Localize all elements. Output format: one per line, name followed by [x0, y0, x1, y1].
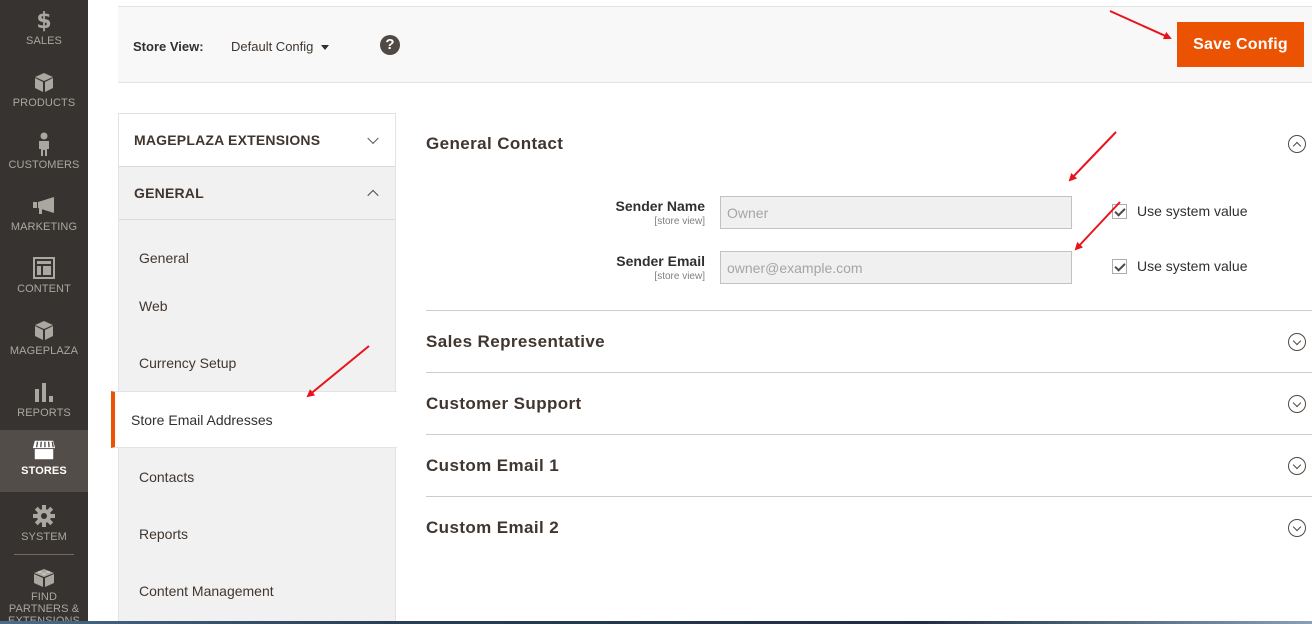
nav-item-reports[interactable]: REPORTS — [0, 372, 88, 434]
nav-item-sales[interactable]: $ SALES — [0, 0, 88, 62]
lego-brick-icon — [32, 566, 56, 588]
tab-item-content-management[interactable]: Content Management — [119, 562, 395, 619]
field-sender-name: Sender Name [store view] Use system valu… — [426, 196, 1312, 236]
field-label: Sender Email — [616, 253, 705, 269]
chevron-down-icon — [367, 132, 379, 145]
sender-name-input[interactable] — [720, 196, 1072, 229]
section-header[interactable]: Customer Support — [426, 373, 1312, 434]
chevron-up-icon — [367, 189, 379, 202]
tab-item-reports[interactable]: Reports — [119, 505, 395, 562]
store-view-value: Default Config — [231, 39, 314, 54]
tab-group-label: GENERAL — [134, 185, 204, 201]
expand-icon[interactable] — [1288, 518, 1306, 537]
nav-item-find-partners[interactable]: FIND PARTNERS & EXTENSIONS — [0, 558, 88, 624]
sender-email-input[interactable] — [720, 251, 1072, 284]
section-header[interactable]: Custom Email 2 — [426, 497, 1312, 558]
gear-icon — [32, 504, 56, 528]
magento-config-page: $ SALES PRODUCTS CUSTOMERS MARKETING CON… — [0, 0, 1312, 624]
caret-down-icon — [321, 45, 330, 51]
bar-chart-icon — [32, 380, 56, 404]
store-view-dropdown[interactable]: Default Config — [231, 39, 330, 54]
person-icon — [32, 132, 56, 156]
collapse-icon[interactable] — [1288, 135, 1306, 153]
use-system-value-checkbox[interactable] — [1112, 204, 1127, 219]
field-scope: [store view] — [654, 216, 705, 227]
nav-item-customers[interactable]: CUSTOMERS — [0, 124, 88, 186]
section-title: Sales Representative — [426, 331, 606, 351]
save-config-button[interactable]: Save Config — [1177, 22, 1304, 67]
box-icon — [32, 70, 56, 94]
tab-item-store-email-addresses[interactable]: Store Email Addresses — [111, 391, 397, 448]
nav-item-content[interactable]: CONTENT — [0, 248, 88, 310]
storefront-icon — [32, 438, 56, 462]
config-main: General Contact Sender Name [store view]… — [426, 113, 1312, 558]
tab-group-general[interactable]: GENERAL — [119, 167, 395, 220]
svg-text:$: $ — [36, 9, 51, 32]
section-title: Customer Support — [426, 393, 582, 413]
expand-icon[interactable] — [1288, 456, 1306, 475]
checkbox-label: Use system value — [1137, 258, 1248, 274]
section-customer-support: Customer Support — [426, 373, 1312, 435]
help-icon[interactable]: ? — [380, 35, 400, 55]
field-sender-email: Sender Email [store view] Use system val… — [426, 251, 1312, 291]
tab-group-mageplaza-extensions[interactable]: MAGEPLAZA EXTENSIONS — [119, 114, 395, 167]
nav-item-marketing[interactable]: MARKETING — [0, 186, 88, 248]
admin-sidebar: $ SALES PRODUCTS CUSTOMERS MARKETING CON… — [0, 0, 88, 624]
nav-item-mageplaza[interactable]: MAGEPLAZA — [0, 310, 88, 372]
section-header[interactable]: General Contact — [426, 113, 1312, 175]
section-title: Custom Email 2 — [426, 517, 560, 537]
section-custom-email-2: Custom Email 2 — [426, 497, 1312, 558]
nav-divider — [14, 554, 74, 555]
section-title: Custom Email 1 — [426, 455, 560, 475]
section-header[interactable]: Sales Representative — [426, 311, 1312, 372]
section-sales-representative: Sales Representative — [426, 311, 1312, 373]
tab-item-web[interactable]: Web — [119, 277, 395, 334]
nav-item-system[interactable]: SYSTEM — [0, 496, 88, 558]
tab-group-label: MAGEPLAZA EXTENSIONS — [134, 132, 321, 148]
field-label: Sender Name — [615, 198, 705, 214]
section-title: General Contact — [426, 134, 564, 153]
tab-item-currency-setup[interactable]: Currency Setup — [119, 334, 395, 391]
config-tabs-sidebar: MAGEPLAZA EXTENSIONS GENERAL General Web… — [111, 113, 397, 621]
use-system-value-checkbox[interactable] — [1112, 259, 1127, 274]
field-scope: [store view] — [654, 271, 705, 282]
store-view-label: Store View: — [133, 39, 204, 54]
box-icon — [32, 318, 56, 342]
tab-items-list: General Web Currency Setup Store Email A… — [111, 220, 397, 619]
checkbox-label: Use system value — [1137, 203, 1248, 219]
expand-icon[interactable] — [1288, 394, 1306, 413]
tab-item-contacts[interactable]: Contacts — [119, 448, 395, 505]
section-custom-email-1: Custom Email 1 — [426, 435, 1312, 497]
page-actions-bar: Store View: Default Config ? Save Config — [118, 6, 1312, 83]
section-general-contact: General Contact Sender Name [store view]… — [426, 113, 1312, 311]
nav-item-stores[interactable]: STORES — [0, 430, 88, 492]
dollar-icon: $ — [32, 8, 56, 32]
layout-icon — [32, 256, 56, 280]
nav-item-products[interactable]: PRODUCTS — [0, 62, 88, 124]
section-header[interactable]: Custom Email 1 — [426, 435, 1312, 496]
section-fields: Sender Name [store view] Use system valu… — [426, 175, 1312, 310]
expand-icon[interactable] — [1288, 332, 1306, 351]
megaphone-icon — [32, 194, 56, 218]
